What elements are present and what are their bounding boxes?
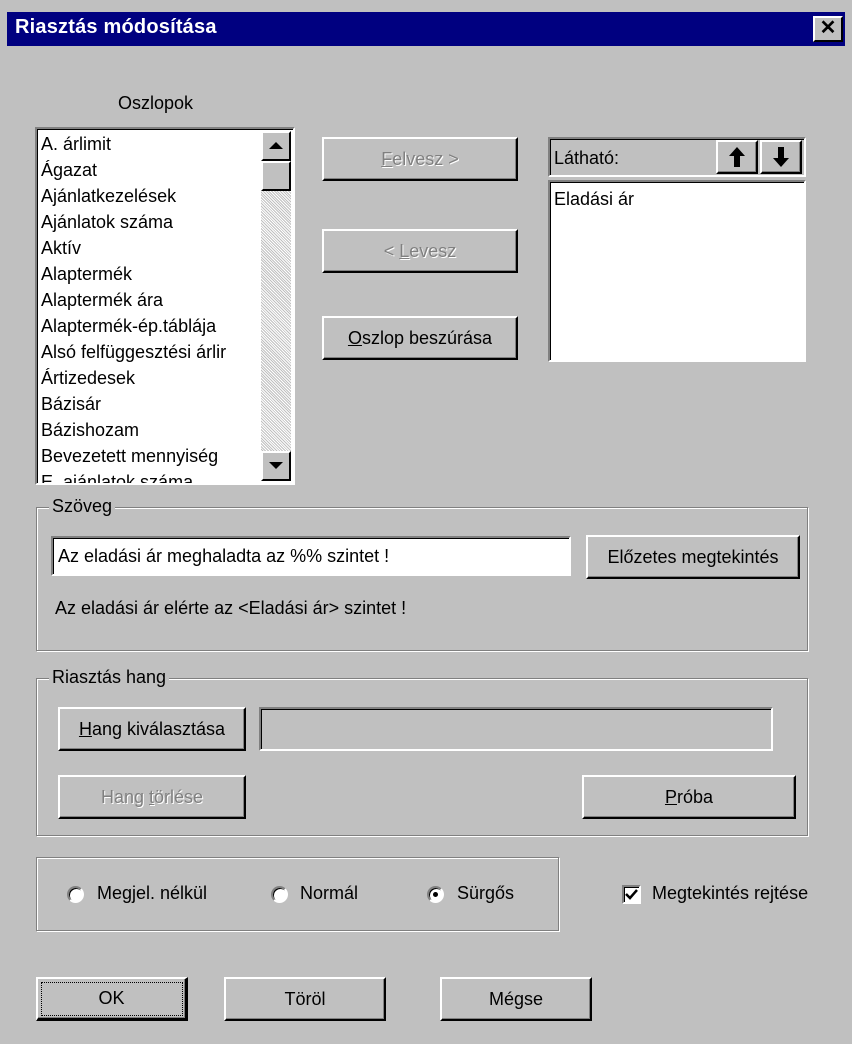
column-list-item[interactable]: Ártizedesek	[41, 365, 226, 391]
radio-urgent[interactable]	[427, 886, 444, 903]
preview-text: Az eladási ár elérte az <Eladási ár> szi…	[55, 598, 407, 618]
column-list-item[interactable]: Alaptermék-ép.táblája	[41, 313, 226, 339]
checkmark-icon	[625, 889, 638, 900]
preview-button[interactable]: Előzetes megtekintés	[586, 535, 800, 579]
alert-text-value: Az eladási ár meghaladta az %% szintet !	[58, 546, 390, 566]
move-down-button[interactable]	[760, 140, 802, 174]
title-bar: Riasztás módosítása ✕	[7, 12, 845, 46]
insert-column-button[interactable]: Oszlop beszúrása	[322, 316, 518, 360]
arrow-down-icon	[773, 147, 789, 167]
column-list-item[interactable]: Bázishozam	[41, 417, 226, 443]
radio-normal[interactable]	[271, 886, 288, 903]
columns-scrollbar[interactable]	[261, 131, 291, 481]
column-list-item[interactable]: Bevezetett mennyiség	[41, 443, 226, 469]
radio-no-display-label: Megjel. nélkül	[97, 883, 208, 903]
radio-no-display[interactable]	[67, 886, 84, 903]
select-sound-button[interactable]: Hang kiválasztása	[58, 707, 246, 751]
visible-label: Látható:	[554, 148, 620, 168]
scroll-down-icon	[269, 462, 283, 469]
arrow-up-icon	[729, 147, 745, 167]
delete-sound-button[interactable]: Hang t örlése	[58, 775, 246, 819]
move-up-button[interactable]	[716, 140, 758, 174]
delete-button[interactable]: Töröl	[224, 977, 386, 1021]
column-list-item[interactable]: Alsó felfüggesztési árlir	[41, 339, 226, 365]
close-button[interactable]: ✕	[813, 16, 843, 42]
column-list-item[interactable]: A. árlimit	[41, 131, 226, 157]
close-icon: ✕	[819, 17, 837, 39]
text-group-title: Szöveg	[49, 496, 116, 517]
text-groupbox	[36, 507, 808, 651]
alert-text-input[interactable]: Az eladási ár meghaladta az %% szintet !	[51, 536, 571, 576]
columns-listbox[interactable]: A. árlimit Ágazat Ajánlatkezelések Ajánlato…	[35, 127, 295, 485]
column-list-item[interactable]: Alaptermék	[41, 261, 226, 287]
column-list-item[interactable]: Ajánlatkezelések	[41, 183, 226, 209]
add-column-button[interactable]: Felvesz >	[322, 137, 518, 181]
column-list-item[interactable]: Aktív	[41, 235, 226, 261]
visible-listbox[interactable]: Eladási ár	[548, 180, 806, 362]
radio-normal-label: Normál	[300, 883, 359, 903]
cancel-button[interactable]: Mégse	[440, 977, 592, 1021]
column-list-item[interactable]: Alaptermék ára	[41, 287, 226, 313]
column-list-item[interactable]: Ágazat	[41, 157, 226, 183]
columns-label: Oszlopok	[118, 93, 194, 113]
column-list-item[interactable]: Ajánlatok száma	[41, 209, 226, 235]
hide-preview-label: Megtekintés rejtése	[652, 883, 809, 903]
visible-list: Eladási ár	[554, 186, 634, 212]
column-list-item[interactable]: Bázisár	[41, 391, 226, 417]
hide-preview-checkbox[interactable]	[622, 885, 641, 904]
visible-header: Látható:	[548, 137, 806, 177]
window-title: Riasztás módosítása	[15, 16, 217, 38]
scroll-up-button[interactable]	[261, 131, 291, 161]
columns-list: A. árlimit Ágazat Ajánlatkezelések Ajánlato…	[41, 131, 226, 483]
visible-list-item[interactable]: Eladási ár	[554, 186, 634, 212]
ok-button[interactable]: OK	[36, 977, 188, 1021]
test-sound-button[interactable]: Próba	[582, 775, 796, 819]
radio-selected-dot	[433, 892, 438, 897]
sound-group-title: Riasztás hang	[49, 667, 170, 688]
scroll-down-button[interactable]	[261, 451, 291, 481]
remove-column-button[interactable]: < Levesz	[322, 229, 518, 273]
title-bar-area: Riasztás módosítása ✕	[0, 0, 852, 46]
radio-urgent-label: Sürgős	[457, 883, 515, 903]
scroll-up-icon	[269, 142, 283, 149]
column-list-item[interactable]: E. ajánlatok száma	[41, 469, 226, 483]
scroll-thumb[interactable]	[261, 161, 291, 191]
sound-file-field[interactable]	[259, 707, 773, 751]
